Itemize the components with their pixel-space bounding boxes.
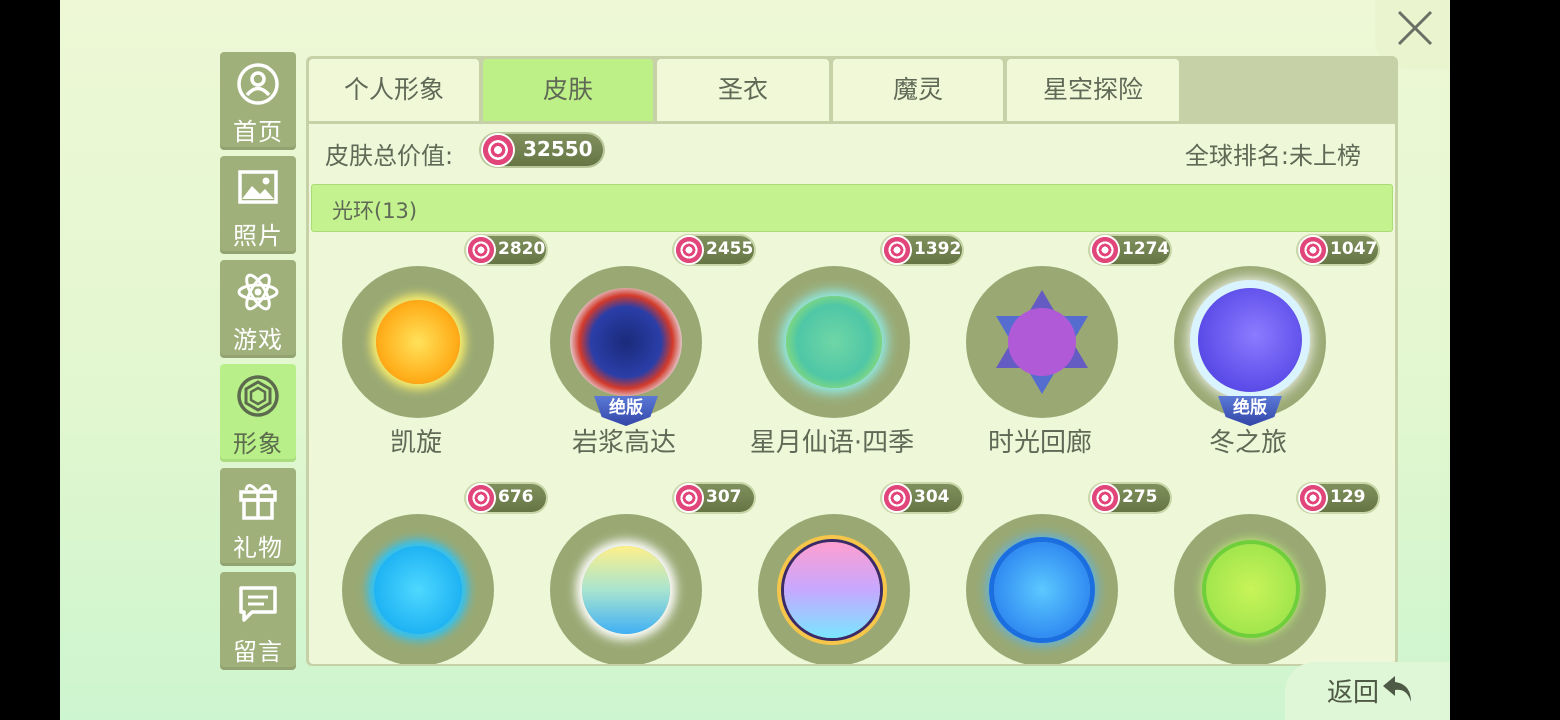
item-name: 冬之旅 bbox=[1208, 428, 1287, 458]
sidebar-item-photos[interactable]: 照片 bbox=[220, 156, 296, 254]
halo-hexagram-icon bbox=[996, 290, 1088, 394]
coin-icon bbox=[676, 237, 702, 263]
halo-seasons-icon bbox=[786, 296, 882, 388]
halo-item-9[interactable]: 绝版 275 bbox=[936, 484, 1170, 664]
gift-icon bbox=[239, 484, 277, 520]
total-value: 32550 bbox=[523, 137, 593, 161]
halo-item-kaixuan[interactable]: 2820 凯旋 bbox=[312, 236, 546, 466]
image-icon bbox=[238, 170, 278, 204]
coin-icon bbox=[483, 135, 513, 165]
sidebar-item-label: 照片 bbox=[233, 222, 283, 250]
price-value: 1047 bbox=[1330, 239, 1378, 259]
message-icon bbox=[239, 586, 277, 622]
coin-icon bbox=[1300, 485, 1326, 511]
halo-item-magma-gundam[interactable]: 绝版 2455 岩浆高达 bbox=[520, 236, 754, 466]
halo-winter-icon bbox=[1198, 288, 1302, 392]
halo-dawn-icon bbox=[582, 546, 670, 634]
sidebar-item-label: 游戏 bbox=[233, 326, 283, 354]
coin-icon bbox=[1092, 485, 1118, 511]
return-arrow-icon bbox=[1383, 676, 1411, 702]
halo-item-10[interactable]: 129 bbox=[1144, 484, 1378, 664]
global-rank: 全球排名:未上榜 bbox=[1184, 142, 1361, 170]
halo-blue-icon bbox=[374, 546, 462, 634]
halo-item-7[interactable]: 307 bbox=[520, 484, 754, 664]
back-label: 返回 bbox=[1327, 678, 1380, 708]
sidebar-item-gifts[interactable]: 礼物 bbox=[220, 468, 296, 566]
halo-vine-icon bbox=[1206, 544, 1296, 634]
price-value: 129 bbox=[1330, 487, 1366, 507]
halo-item-winter-journey[interactable]: 绝版 1047 冬之旅 bbox=[1144, 236, 1378, 466]
halo-bead-icon bbox=[784, 542, 880, 638]
sidebar-item-avatar[interactable]: 形象 bbox=[220, 364, 296, 462]
coin-icon bbox=[884, 485, 910, 511]
user-icon bbox=[237, 63, 279, 105]
sidebar-item-label: 礼物 bbox=[233, 534, 283, 562]
coin-icon bbox=[468, 237, 494, 263]
coin-icon bbox=[1092, 237, 1118, 263]
halo-ocean-icon bbox=[994, 542, 1090, 638]
halo-item-8[interactable]: 绝版 304 bbox=[728, 484, 962, 664]
section-title: 光环(13) bbox=[332, 199, 418, 223]
price-badge: 1047 bbox=[1298, 236, 1378, 264]
coin-icon bbox=[468, 485, 494, 511]
halo-item-time-corridor[interactable]: 1274 时光回廊 bbox=[936, 236, 1170, 466]
halo-item-6[interactable]: 676 bbox=[312, 484, 546, 664]
halo-sun-icon bbox=[376, 300, 460, 384]
coin-icon bbox=[1300, 237, 1326, 263]
halo-item-star-moon[interactable]: 1392 星月仙语·四季 bbox=[728, 236, 962, 466]
right-screen-edge bbox=[1450, 0, 1560, 720]
close-icon bbox=[1397, 10, 1433, 46]
total-value-label: 皮肤总价值: bbox=[325, 142, 454, 170]
skin-screen: 首页 照片 游戏 形象 礼物 留言 个人形象 皮肤 圣衣 魔灵 星空探险 皮肤总… bbox=[60, 0, 1450, 720]
price-badge: 129 bbox=[1298, 484, 1378, 512]
sidebar-item-label: 首页 bbox=[233, 118, 283, 146]
sidebar-item-games[interactable]: 游戏 bbox=[220, 260, 296, 358]
tab-armor[interactable]: 圣衣 bbox=[657, 59, 829, 121]
tab-star-expedition[interactable]: 星空探险 bbox=[1007, 59, 1179, 121]
back-button[interactable]: 返回 bbox=[1285, 662, 1450, 720]
sidebar-item-home[interactable]: 首页 bbox=[220, 52, 296, 150]
sidebar-item-messages[interactable]: 留言 bbox=[220, 572, 296, 670]
total-value-badge: 32550 bbox=[481, 134, 603, 166]
section-header-halo[interactable]: 光环(13) bbox=[311, 184, 1393, 232]
skin-panel: 个人形象 皮肤 圣衣 魔灵 星空探险 皮肤总价值: 32550 全球排名:未上榜… bbox=[306, 56, 1398, 666]
tab-spirits[interactable]: 魔灵 bbox=[833, 59, 1003, 121]
atom-icon bbox=[237, 273, 279, 311]
sidebar-item-label: 形象 bbox=[233, 430, 283, 458]
coin-icon bbox=[676, 485, 702, 511]
skin-content: 皮肤总价值: 32550 全球排名:未上榜 光环(13) 2820 凯旋 绝版 … bbox=[309, 124, 1395, 664]
halo-mecha-icon bbox=[570, 288, 682, 396]
tab-profile[interactable]: 个人形象 bbox=[309, 59, 479, 121]
coin-icon bbox=[884, 237, 910, 263]
tab-skins[interactable]: 皮肤 bbox=[483, 59, 653, 121]
sidebar-item-label: 留言 bbox=[233, 638, 283, 666]
gem-icon bbox=[237, 375, 279, 417]
